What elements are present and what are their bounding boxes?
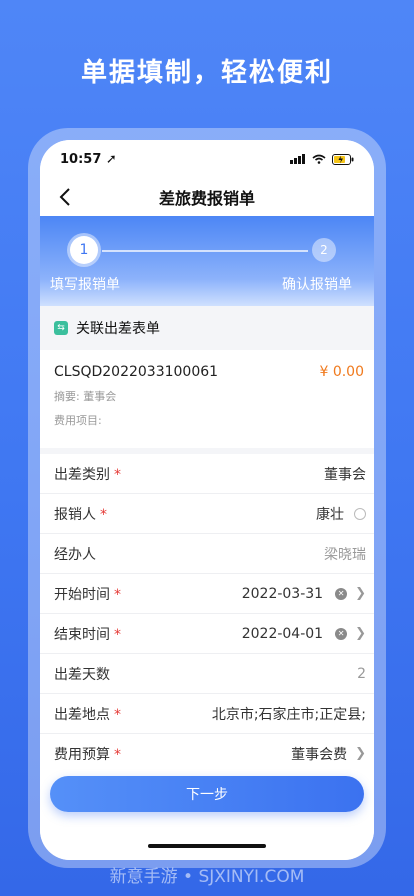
watermark: 新意手游 • SJXINYI.COM [109, 867, 305, 887]
row-days: 出差天数 2 [40, 654, 374, 694]
person-icon[interactable] [354, 507, 366, 520]
headline: 单据填制，轻松便利 [80, 58, 333, 88]
row-trip-type[interactable]: 出差类别 * 董事会 [40, 454, 374, 494]
next-button[interactable]: 下一步 [50, 776, 364, 812]
step-1-label: 填写报销单 [50, 277, 120, 293]
nav-bar: 差旅费报销单 [40, 178, 374, 216]
doc-expense-item: 费用项目: [54, 414, 102, 427]
link-icon: ⇆ [54, 321, 68, 335]
home-indicator [148, 844, 266, 848]
field-label: 费用预算 * [54, 746, 121, 763]
row-location[interactable]: 出差地点 * 北京市;石家庄市;正定县; [40, 694, 374, 734]
chevron-right-icon: ❯ [355, 586, 366, 601]
back-icon[interactable] [56, 186, 76, 208]
field-label: 报销人 * [54, 506, 107, 523]
battery-icon [332, 153, 354, 165]
phone-screen: 10:57 ➚ 差旅费报销单 1 2 填写报销单 确认报销单 ⇆ 关联出差表单 … [40, 140, 374, 860]
row-end-time[interactable]: 结束时间 * 2022-04-01 ✕ ❯ [40, 614, 374, 654]
step-2-label: 确认报销单 [282, 277, 352, 293]
step-connector [102, 250, 308, 252]
bottom-bar: 下一步 [40, 764, 374, 860]
status-bar: 10:57 ➚ [40, 140, 374, 178]
row-start-time[interactable]: 开始时间 * 2022-03-31 ✕ ❯ [40, 574, 374, 614]
field-label: 出差天数 [54, 666, 110, 683]
signal-icon [290, 154, 305, 164]
step-1-circle: 1 [70, 236, 98, 264]
field-label: 开始时间 * [54, 586, 121, 603]
field-value: 2022-04-01 ✕ ❯ [241, 625, 366, 642]
field-label: 出差地点 * [54, 706, 121, 723]
field-value: 北京市;石家庄市;正定县; [211, 706, 366, 723]
step-indicator: 1 2 填写报销单 确认报销单 [40, 216, 374, 306]
wifi-icon [312, 154, 326, 164]
doc-summary: 摘要: 董事会 [54, 390, 117, 403]
field-value: 董事会 [324, 466, 366, 483]
field-label: 经办人 [54, 546, 96, 563]
field-value: 梁晓瑞 [324, 546, 366, 563]
linked-form-section: ⇆ 关联出差表单 [40, 306, 374, 350]
chevron-right-icon: ❯ [355, 746, 366, 761]
row-claimant[interactable]: 报销人 * 康壮 [40, 494, 374, 534]
field-value: 2022-03-31 ✕ ❯ [241, 585, 366, 602]
clear-icon[interactable]: ✕ [335, 587, 348, 600]
field-value: 2 [357, 665, 366, 682]
status-icons [290, 153, 354, 165]
field-value: 康壮 [316, 504, 366, 524]
doc-number: CLSQD2022033100061 [54, 364, 219, 380]
page-title: 差旅费报销单 [158, 189, 255, 208]
doc-amount: ¥ 0.00 [319, 364, 364, 380]
clear-icon[interactable]: ✕ [335, 627, 348, 640]
linked-doc-card[interactable]: CLSQD2022033100061 ¥ 0.00 摘要: 董事会 费用项目: [40, 350, 374, 448]
field-label: 结束时间 * [54, 626, 121, 643]
status-time: 10:57 ➚ [60, 151, 117, 167]
field-value: 董事会费 ❯ [291, 746, 366, 763]
field-label: 出差类别 * [54, 466, 121, 483]
row-handler: 经办人 梁晓瑞 [40, 534, 374, 574]
chevron-right-icon: ❯ [355, 626, 366, 641]
step-2-circle: 2 [312, 238, 336, 262]
section-title: 关联出差表单 [76, 321, 160, 337]
